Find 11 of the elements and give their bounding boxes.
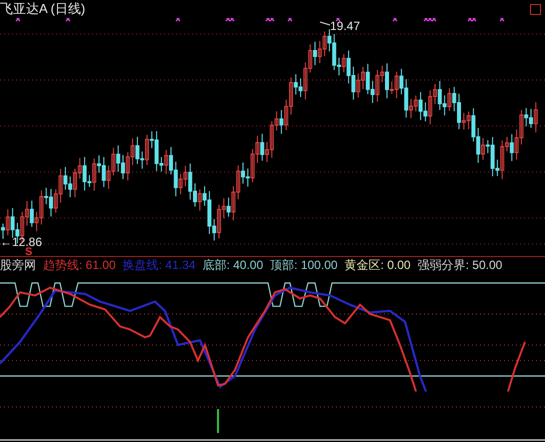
legend-item: 顶部: 100.00: [270, 256, 338, 274]
legend-item: 底部: 40.00: [202, 256, 264, 274]
chart-title: 飞亚达A (日线): [0, 0, 86, 18]
legend-item: 黄金区: 0.00: [344, 256, 411, 274]
legend-item: 强弱分界: 50.00: [418, 256, 502, 274]
legend-item: 换盘线: 41.34: [122, 256, 196, 274]
legend-item: 股旁网: [0, 256, 36, 274]
legend-item: 趋势线: 61.00: [43, 256, 116, 274]
high-price-label: 19.47: [330, 19, 360, 33]
window-icon[interactable]: [530, 4, 541, 14]
sell-signal: S: [25, 246, 32, 256]
